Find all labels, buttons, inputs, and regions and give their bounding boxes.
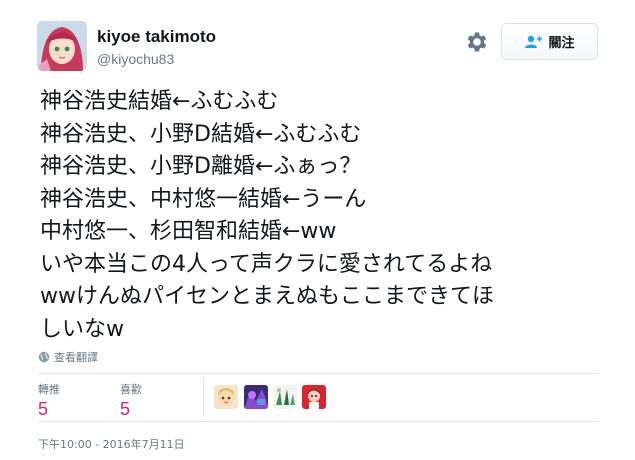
liker-avatar[interactable] [244,385,268,409]
retweet-count: 5 [38,399,49,419]
tweet-line: 神谷浩史、小野D結婚←ふむふむ [40,121,362,147]
globe-icon [38,351,50,363]
liker-avatar[interactable] [302,385,326,409]
stats-separator [203,377,204,417]
like-count: 5 [120,399,131,419]
follow-button[interactable]: 關注 [501,23,598,60]
tweet-line: wwけんぬパイセンとまえぬもここまできてほ [40,284,494,309]
follow-button-label: 關注 [548,35,575,50]
like-stat[interactable]: 喜歡 5 [120,381,142,420]
avatar-image [37,21,87,71]
tweet-text: 神谷浩史結婚←ふむふむ 神谷浩史、小野D結婚←ふむふむ 神谷浩史、小野D離婚←ふ… [40,86,615,346]
tweet-line: 神谷浩史、小野D離婚←ふぁっ？ [40,154,362,179]
tweet-line: しいなw [40,316,124,342]
divider [38,373,598,374]
tweet-timestamp[interactable]: 下午10:00 - 2016年7月11日 [38,436,185,452]
avatar[interactable] [37,21,87,71]
retweet-stat-label: 轉推 [38,383,60,396]
tweet-line: 中村悠一、杉田智和結婚←ww [40,219,337,244]
tweet-line: 神谷浩史結婚←ふむふむ [40,89,279,114]
retweet-stat[interactable]: 轉推 5 [38,381,60,420]
user-handle[interactable]: @kiyochu83 [97,51,174,67]
liker-avatar[interactable] [214,385,238,409]
gear-icon[interactable] [464,29,490,55]
translate-label: 查看翻譯 [54,351,98,364]
liker-avatar[interactable] [273,385,297,409]
divider [38,421,598,422]
tweet-line: 神谷浩史、中村悠一結婚←うーん [40,186,367,212]
like-stat-label: 喜歡 [120,383,142,396]
user-display-name[interactable]: kiyoe takimoto [97,27,216,47]
translate-link[interactable]: 查看翻譯 [38,349,98,365]
add-user-icon [525,35,543,48]
tweet-line: いや本当この4人って声クラに愛されてるよね [40,251,493,277]
